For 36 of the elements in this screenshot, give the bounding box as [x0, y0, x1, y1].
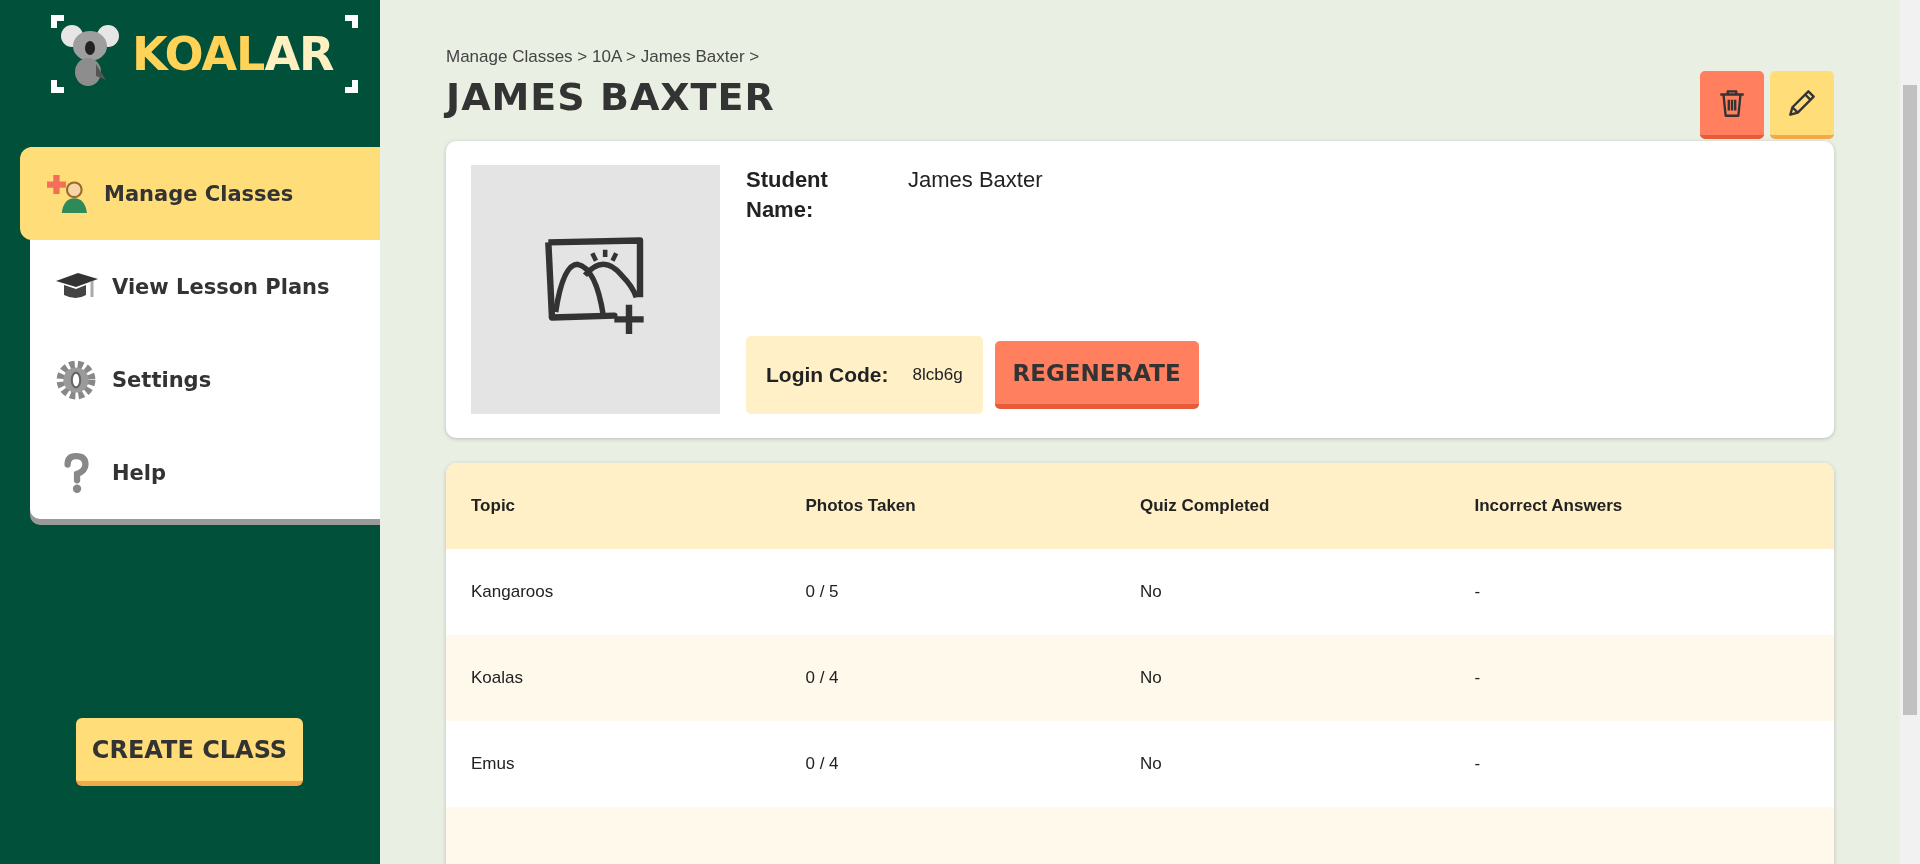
table-cell-text: No [1140, 754, 1163, 774]
edit-button[interactable] [1770, 71, 1834, 139]
login-code-label: Login Code: [766, 363, 889, 387]
login-code: 8lcb6g [912, 365, 963, 385]
student-name: James Baxter [908, 166, 1043, 194]
table-cell-text: No [1140, 668, 1163, 688]
student-name-label: Student Name: [746, 166, 829, 224]
table-cell-text: Kangaroos [471, 582, 555, 602]
table-cell-text: - [1474, 754, 1482, 774]
nav-item[interactable]: Manage Classes [20, 147, 380, 240]
table-cell-text: Emus [471, 754, 516, 774]
column-header: Topic [471, 496, 517, 516]
table-cell-text: - [1474, 582, 1482, 602]
delete-button[interactable] [1700, 71, 1764, 139]
table-cell-text: 0 / 4 [805, 754, 840, 774]
table-cell-text: Koalas [471, 668, 524, 688]
column-header: Photos Taken [805, 496, 917, 516]
breadcrumb: Manage Classes > 10A > James Baxter > [446, 47, 761, 67]
table-cell-text: 0 / 4 [805, 668, 840, 688]
logo-text: KOALAR [132, 27, 334, 81]
regenerate-button[interactable]: REGENERATE [994, 341, 1199, 409]
nav-item[interactable]: Help [30, 426, 380, 519]
gear-icon [54, 358, 98, 401]
scrollbar-thumb[interactable] [1903, 85, 1917, 715]
page-title: JAMES BAXTER [446, 75, 775, 119]
table-cell-text: No [1140, 582, 1163, 602]
person-plus-icon [46, 172, 90, 215]
table-cell-text: 0 / 5 [805, 582, 840, 602]
create-class-button[interactable]: CREATE CLASS [76, 718, 303, 786]
photo-upload-placeholder[interactable] [471, 165, 720, 414]
table-cell-text: - [1474, 668, 1482, 688]
nav-item[interactable]: Settings [30, 333, 380, 426]
column-header: Quiz Completed [1140, 496, 1271, 516]
scrollbar[interactable] [1900, 0, 1920, 864]
nav-item[interactable]: View Lesson Plans [30, 240, 380, 333]
column-header: Incorrect Answers [1474, 496, 1624, 516]
